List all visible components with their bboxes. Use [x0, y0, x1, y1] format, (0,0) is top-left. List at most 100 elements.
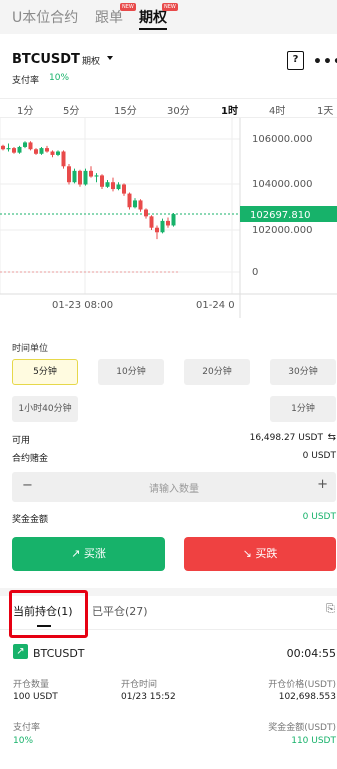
active-tab-indicator — [139, 28, 167, 30]
tab-copy-trading[interactable]: 跟单 — [95, 7, 123, 27]
tab-usdt-futures[interactable]: U本位合约 — [12, 7, 78, 27]
timeframe-4h[interactable]: 4时 — [269, 102, 285, 117]
rate-label: 支付率 — [13, 723, 41, 733]
duration-30min[interactable]: 30分钟 — [270, 359, 336, 385]
amount-stepper: − 请输入数量 + — [12, 472, 336, 502]
candle — [171, 214, 176, 226]
candle — [155, 227, 159, 233]
payout-label: 奖金金额(USDT) — [268, 723, 336, 733]
candle — [116, 184, 121, 190]
duration-10min[interactable]: 10分钟 — [98, 359, 164, 385]
buy-down-button[interactable]: ↘ 买跌 — [184, 537, 336, 571]
candle — [6, 148, 11, 150]
y-tick-label: 106000.000 — [252, 134, 312, 145]
time-unit-label: 时间单位 — [12, 344, 49, 354]
price-chart[interactable]: 106000.000 104000.000 102000.000 0 10269… — [0, 118, 337, 318]
new-badge: NEW — [162, 3, 178, 11]
duration-1min[interactable]: 1分钟 — [270, 396, 336, 422]
market-header: BTCUSDT 期权 支付率 10% ? ••• — [0, 34, 337, 98]
candle — [78, 170, 82, 185]
candle — [83, 170, 88, 185]
more-icon[interactable]: ••• — [313, 54, 337, 70]
timeframe-1m[interactable]: 1分 — [17, 102, 33, 117]
candle — [94, 175, 99, 177]
bonus-label: 奖金金额 — [12, 515, 49, 525]
candle — [89, 170, 93, 177]
grid — [0, 118, 240, 295]
arrow-down-right-icon: ↘ — [242, 547, 252, 560]
candle — [50, 151, 55, 155]
candle — [17, 146, 22, 153]
timeframe-15m[interactable]: 15分 — [114, 102, 137, 117]
position-countdown: 00:04:55 — [286, 647, 336, 660]
open-time-value: 01/23 15:52 — [121, 692, 176, 702]
candle — [105, 182, 110, 187]
timeframe-1d[interactable]: 1天 — [317, 102, 333, 117]
candle — [111, 182, 115, 190]
available-label: 可用 — [12, 436, 31, 446]
timeframe-5m[interactable]: 5分 — [63, 102, 79, 117]
candle — [72, 170, 77, 183]
candle — [67, 166, 71, 183]
tab-closed-positions[interactable]: 已平仓(27) — [92, 603, 148, 619]
candle — [122, 184, 126, 194]
top-nav: U本位合约 跟单 NEW 期权 NEW — [0, 0, 337, 34]
candle — [160, 220, 165, 233]
timeframe-30m[interactable]: 30分 — [167, 102, 190, 117]
buy-up-button[interactable]: ↗ 买涨 — [12, 537, 165, 571]
candle — [149, 216, 154, 228]
bet-label: 合约赌金 — [12, 454, 49, 464]
candle — [12, 148, 16, 153]
payout-value: 110 USDT — [291, 736, 336, 746]
bet-value: 0 USDT — [302, 451, 336, 461]
new-badge: NEW — [120, 3, 136, 11]
funding-label: 支付率 — [12, 76, 40, 86]
duration-1h40min[interactable]: 1小时40分钟 — [12, 396, 78, 422]
candle — [39, 148, 44, 154]
candle — [144, 209, 148, 217]
open-price-value: 102,698.553 — [278, 692, 336, 702]
qty-label: 开仓数量 — [13, 680, 50, 690]
buy-down-label: 买跌 — [255, 547, 278, 560]
x-tick-label: 01-23 08:00 — [52, 300, 113, 311]
help-icon[interactable]: ? — [287, 51, 304, 70]
y-tick-label: 0 — [252, 267, 258, 278]
candle — [166, 220, 170, 226]
y-tick-label: 104000.000 — [252, 179, 312, 190]
chevron-down-icon[interactable] — [107, 56, 113, 60]
candle — [133, 200, 137, 208]
timeframe-bar: 1分 5分 15分 30分 1时 4时 1天 — [0, 98, 337, 118]
product-type[interactable]: 期权 — [82, 54, 100, 67]
plus-button[interactable]: + — [317, 477, 328, 492]
duration-5min[interactable]: 5分钟 — [12, 359, 78, 385]
rate-value: 10% — [13, 736, 34, 746]
x-tick-label: 01-24 0 — [196, 300, 235, 311]
candle — [127, 193, 132, 208]
candle — [61, 151, 66, 167]
arrow-up-right-icon: ↗ — [13, 644, 28, 659]
candles — [1, 141, 176, 240]
current-price-label: 102697.810 — [250, 210, 310, 221]
candle — [34, 149, 38, 154]
candle — [23, 142, 27, 147]
buy-up-label: 买涨 — [83, 547, 106, 560]
funding-value: 10% — [49, 73, 70, 83]
position-symbol: BTCUSDT — [33, 647, 85, 660]
bonus-value: 0 USDT — [302, 512, 336, 522]
candle — [56, 151, 60, 155]
pair-name[interactable]: BTCUSDT — [12, 52, 80, 67]
timeframe-1h[interactable]: 1时 — [221, 102, 238, 117]
candle — [28, 142, 33, 150]
duration-20min[interactable]: 20分钟 — [184, 359, 250, 385]
amount-input[interactable]: 请输入数量 — [12, 480, 336, 495]
candle — [100, 175, 104, 187]
candle — [138, 200, 143, 210]
history-icon[interactable]: ⎘ — [326, 602, 335, 616]
candle — [45, 148, 49, 152]
transfer-icon[interactable]: ⇆ — [328, 432, 336, 443]
candle — [1, 145, 5, 150]
highlight-box — [9, 590, 88, 638]
y-tick-label: 102000.000 — [252, 225, 312, 236]
available-value: 16,498.27 USDT — [249, 433, 323, 443]
arrow-up-right-icon: ↗ — [71, 547, 81, 560]
